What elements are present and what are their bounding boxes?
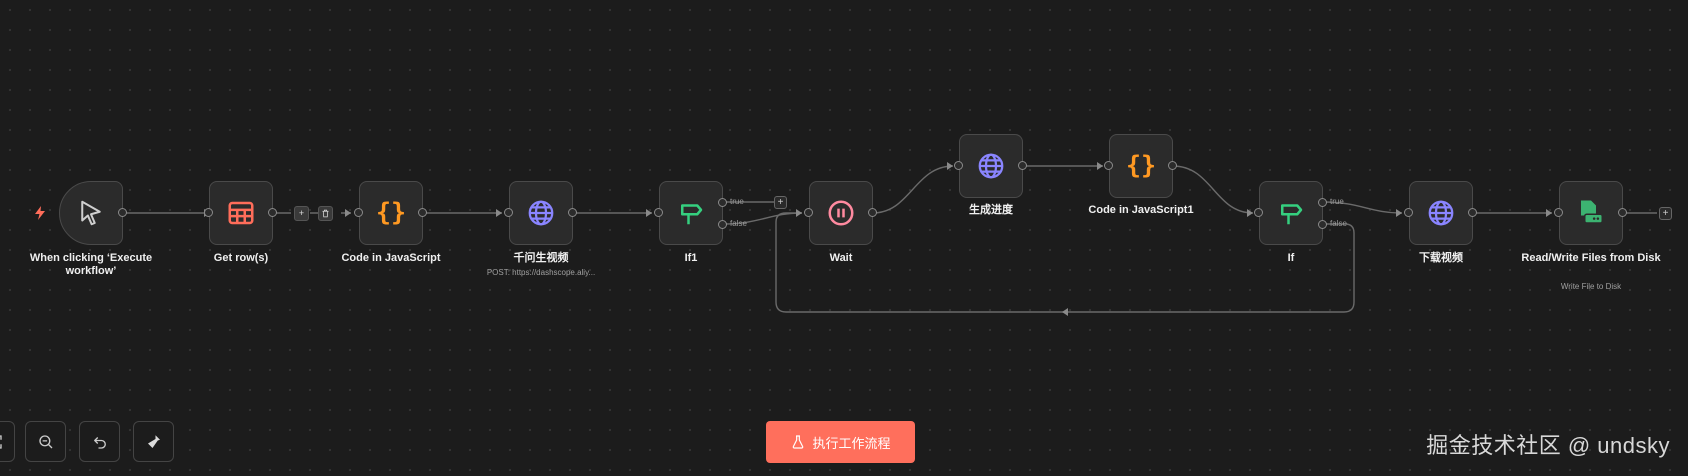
node-download-video[interactable]	[1409, 181, 1473, 245]
undo-button[interactable]	[79, 421, 120, 462]
node-manual-trigger[interactable]	[59, 181, 123, 245]
node-title: Get row(s)	[213, 252, 269, 264]
node-code-javascript1[interactable]: {}	[1109, 134, 1173, 198]
input-handle[interactable]	[504, 208, 513, 217]
input-handle[interactable]	[354, 208, 363, 217]
input-handle[interactable]	[1254, 208, 1263, 217]
zoom-fit-button[interactable]	[0, 421, 15, 462]
true-label: true	[1330, 197, 1344, 206]
trash-icon	[322, 209, 329, 218]
node-generation-progress[interactable]	[959, 134, 1023, 198]
node-title: If1	[684, 252, 698, 264]
signpost-icon	[681, 204, 703, 225]
node-subtitle: Write File to Disk	[1560, 282, 1622, 291]
true-label: true	[730, 197, 744, 206]
node-get-rows[interactable]	[209, 181, 273, 245]
node-title: 千问生视频	[513, 252, 569, 264]
false-label: false	[730, 219, 747, 228]
node-title: 下载视频	[1419, 252, 1463, 264]
input-handle[interactable]	[1404, 208, 1413, 217]
output-handle[interactable]	[1018, 161, 1027, 170]
input-handle[interactable]	[204, 208, 213, 217]
node-if[interactable]	[1259, 181, 1323, 245]
false-output-handle[interactable]	[1318, 220, 1327, 229]
signpost-icon	[1281, 204, 1303, 225]
node-title: If	[1287, 252, 1295, 264]
output-handle[interactable]	[568, 208, 577, 217]
node-if1[interactable]	[659, 181, 723, 245]
globe-icon	[978, 153, 1004, 179]
false-output-handle[interactable]	[718, 220, 727, 229]
code-braces-icon: {}	[376, 198, 406, 227]
flask-icon	[793, 435, 804, 449]
output-handle[interactable]	[1468, 208, 1477, 217]
execute-workflow-button[interactable]: 执行工作流程	[766, 421, 915, 463]
globe-icon	[1428, 200, 1454, 226]
node-qianwen-video[interactable]	[509, 181, 573, 245]
true-output-handle[interactable]	[718, 198, 727, 207]
output-handle[interactable]	[868, 208, 877, 217]
node-title: 生成进度	[969, 204, 1013, 216]
watermark: 掘金技术社区 @ undsky	[1426, 433, 1670, 458]
table-icon	[228, 201, 254, 225]
output-handle[interactable]	[1618, 208, 1627, 217]
false-label: false	[1330, 219, 1347, 228]
output-handle[interactable]	[118, 208, 127, 217]
node-title: When clicking ‘Execute workflow’	[29, 252, 153, 277]
node-read-write-files[interactable]	[1559, 181, 1623, 245]
input-handle[interactable]	[954, 161, 963, 170]
execute-workflow-label: 执行工作流程	[812, 435, 891, 451]
svg-text:{}: {}	[376, 198, 406, 227]
cursor-icon	[81, 200, 101, 226]
node-title: Wait	[829, 252, 853, 264]
trigger-bolt-icon	[35, 206, 45, 220]
input-handle[interactable]	[654, 208, 663, 217]
code-braces-icon: {}	[1126, 151, 1156, 180]
output-handle[interactable]	[1168, 161, 1177, 170]
globe-icon	[528, 200, 554, 226]
true-output-handle[interactable]	[1318, 198, 1327, 207]
add-node-button[interactable]: +	[1659, 207, 1672, 220]
node-subtitle: POST: https://dashscope.aliy...	[486, 268, 596, 277]
zoom-out-button[interactable]	[25, 421, 66, 462]
add-node-button[interactable]: +	[774, 196, 787, 209]
node-title: Code in JavaScript1	[1088, 204, 1194, 216]
input-handle[interactable]	[1554, 208, 1563, 217]
tidy-up-button[interactable]	[133, 421, 174, 462]
zoom-out-icon	[38, 434, 52, 448]
output-handle[interactable]	[268, 208, 277, 217]
undo-icon	[93, 436, 106, 449]
file-drive-icon	[1581, 200, 1603, 224]
broom-icon	[147, 434, 160, 448]
fit-view-icon	[0, 434, 2, 449]
node-title: Code in JavaScript	[341, 252, 441, 264]
output-handle[interactable]	[418, 208, 427, 217]
input-handle[interactable]	[1104, 161, 1113, 170]
input-handle[interactable]	[804, 208, 813, 217]
svg-text:{}: {}	[1126, 151, 1156, 180]
node-code-javascript[interactable]: {}	[359, 181, 423, 245]
pause-circle-icon	[828, 200, 854, 226]
node-wait[interactable]	[809, 181, 873, 245]
edge-delete-button[interactable]	[318, 206, 333, 221]
edge-add-button[interactable]: +	[294, 206, 309, 221]
node-title: Read/Write Files from Disk	[1521, 252, 1661, 264]
